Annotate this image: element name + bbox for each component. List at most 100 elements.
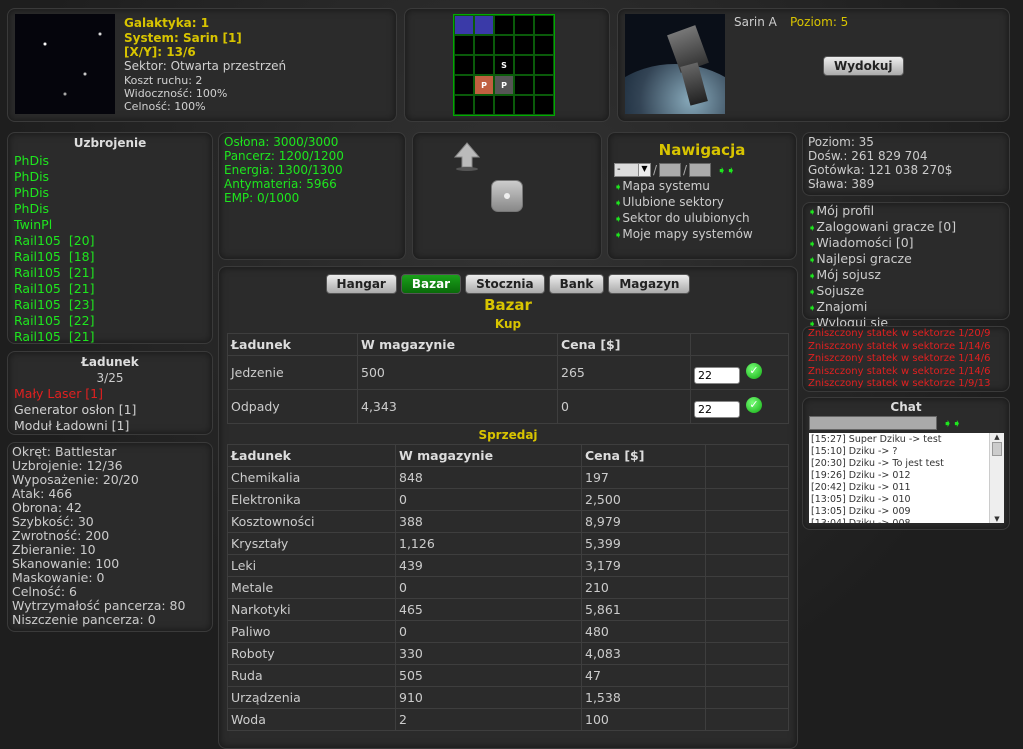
scroll-down-icon[interactable]: ▼ <box>990 515 1004 523</box>
nav-link[interactable]: ➧Moje mapy systemów <box>614 227 796 243</box>
go-arrows-icon[interactable]: ➧➧ <box>717 164 735 177</box>
sell-row[interactable]: Leki 439 3,179 <box>227 554 789 577</box>
minimap-cell[interactable] <box>474 15 494 35</box>
minimap-cell[interactable] <box>534 15 554 35</box>
minimap-cell[interactable] <box>494 35 514 55</box>
menu-link[interactable]: ➧Wiadomości [0] <box>808 236 1004 252</box>
confirm-buy-icon[interactable]: ✓ <box>746 396 762 413</box>
minimap-cell[interactable] <box>514 95 534 115</box>
tab-bank[interactable]: Bank <box>548 274 605 294</box>
player-menu-panel: ➧Mój profil ➧Zalogowani gracze [0] ➧Wiadom… <box>802 202 1010 330</box>
menu-link[interactable]: ➧Mój profil <box>808 204 1004 220</box>
chat-log[interactable]: [15:27] Super Dziku -> test [15:10] Dziku… <box>809 433 1004 523</box>
chat-message: [20:42] Dziku -> 011 <box>811 482 911 493</box>
tab-stocznia[interactable]: Stocznia <box>465 274 545 294</box>
tab-magazyn[interactable]: Magazyn <box>608 274 691 294</box>
minimap-cell[interactable] <box>534 95 554 115</box>
cargo-item: Mały Laser [1] <box>14 386 104 401</box>
minimap-cell[interactable] <box>514 55 534 75</box>
ship-stat: Zwrotność: 200 <box>12 528 110 543</box>
nav-y-input[interactable] <box>689 163 712 177</box>
sell-cell: 0 <box>395 620 582 643</box>
coordinates-label: [X/Y]: 13/6 <box>124 45 196 59</box>
undock-button[interactable]: Wydokuj <box>823 56 904 76</box>
nav-link-label: Moje mapy systemów <box>622 227 753 241</box>
menu-list: ➧Mój profil ➧Zalogowani gracze [0] ➧Wiadom… <box>808 204 1004 332</box>
minimap-cell[interactable] <box>454 95 474 115</box>
menu-link[interactable]: ➧Mój sojusz <box>808 268 1004 284</box>
sell-row[interactable]: Kosztowności 388 8,979 <box>227 510 789 533</box>
confirm-buy-icon[interactable]: ✓ <box>746 362 762 379</box>
buy-cell-price: 265 <box>557 355 691 390</box>
ship-stat: Niszczenie pancerza: 0 <box>12 612 156 627</box>
sell-cell: 0 <box>395 576 582 599</box>
send-arrows-icon[interactable]: ➧➧ <box>943 417 961 430</box>
system-label: System: Sarin [1] <box>124 31 242 45</box>
minimap-cell[interactable] <box>454 35 474 55</box>
minimap-cell[interactable] <box>534 75 554 95</box>
scroll-thumb[interactable] <box>992 442 1002 456</box>
buy-cell-price: 0 <box>557 389 691 424</box>
nav-link-label: Mapa systemu <box>622 179 710 193</box>
cargo-list: Mały Laser [1] Generator osłon [1] Moduł Ł… <box>8 386 212 434</box>
sell-row[interactable]: Metale 0 210 <box>227 576 789 599</box>
minimap-panel: SPP <box>404 8 610 122</box>
chat-scrollbar[interactable]: ▲ ▼ <box>989 433 1004 523</box>
minimap-cell[interactable]: S <box>494 55 514 75</box>
menu-link[interactable]: ➧Sojusze <box>808 284 1004 300</box>
news-panel: Zniszczony statek w sektorze 1/20/9 Znisz… <box>802 326 1010 392</box>
minimap-cell[interactable] <box>534 55 554 75</box>
sell-row[interactable]: Kryształy 1,126 5,399 <box>227 532 789 555</box>
quantity-input[interactable]: 22 <box>694 401 740 418</box>
buy-row: Jedzenie 500 265 22 ✓ <box>227 355 789 390</box>
sell-cell: Metale <box>227 576 396 599</box>
minimap-cell[interactable] <box>454 15 474 35</box>
sell-row[interactable]: Woda 2 100 <box>227 708 789 731</box>
sell-row[interactable]: Roboty 330 4,083 <box>227 642 789 665</box>
nav-link[interactable]: ➧Ulubione sektory <box>614 195 796 211</box>
minimap-grid[interactable]: SPP <box>453 14 555 116</box>
up-arrow-icon[interactable] <box>453 141 481 171</box>
minimap-cell[interactable] <box>474 35 494 55</box>
menu-link-label: Mój profil <box>816 203 875 218</box>
menu-link[interactable]: ➧Najlepsi gracze <box>808 252 1004 268</box>
tab-hangar[interactable]: Hangar <box>325 274 397 294</box>
chat-message: [15:27] Super Dziku -> test <box>811 434 942 445</box>
minimap-cell[interactable] <box>494 95 514 115</box>
sell-row[interactable]: Ruda 505 47 <box>227 664 789 687</box>
sell-action-cell <box>705 598 789 621</box>
minimap-cell[interactable] <box>474 55 494 75</box>
chat-input[interactable] <box>809 416 937 430</box>
sell-row[interactable]: Paliwo 0 480 <box>227 620 789 643</box>
minimap-cell[interactable] <box>494 15 514 35</box>
minimap-cell[interactable] <box>454 55 474 75</box>
sell-row[interactable]: Chemikalia 848 197 <box>227 466 789 489</box>
minimap-cell[interactable] <box>514 35 534 55</box>
sell-header-cell: Ładunek <box>227 444 396 467</box>
minimap-cell[interactable] <box>454 75 474 95</box>
ship-stat: Okręt: Battlestar <box>12 444 117 459</box>
sell-header-cell: W magazynie <box>395 444 582 467</box>
scroll-up-icon[interactable]: ▲ <box>990 433 1004 441</box>
nav-select[interactable]: - ▼ <box>614 163 651 177</box>
sell-cell: 2 <box>395 708 582 731</box>
nav-link[interactable]: ➧Mapa systemu <box>614 179 796 195</box>
nav-link[interactable]: ➧Sektor do ulubionych <box>614 211 796 227</box>
center-button-icon[interactable] <box>491 180 523 212</box>
sell-row[interactable]: Urządzenia 910 1,538 <box>227 686 789 709</box>
minimap-cell[interactable] <box>474 95 494 115</box>
menu-link[interactable]: ➧Znajomi <box>808 300 1004 316</box>
menu-link-label: Zalogowani gracze [0] <box>816 219 957 234</box>
minimap-cell[interactable]: P <box>474 75 494 95</box>
tab-bazar[interactable]: Bazar <box>400 274 462 294</box>
minimap-cell[interactable] <box>514 75 534 95</box>
minimap-cell[interactable] <box>534 35 554 55</box>
news-item: Zniszczony statek w sektorze 1/20/9 <box>808 328 991 339</box>
sell-row[interactable]: Elektronika 0 2,500 <box>227 488 789 511</box>
minimap-cell[interactable]: P <box>494 75 514 95</box>
sell-row[interactable]: Narkotyki 465 5,861 <box>227 598 789 621</box>
quantity-input[interactable]: 22 <box>694 367 740 384</box>
nav-x-input[interactable] <box>659 163 682 177</box>
menu-link[interactable]: ➧Zalogowani gracze [0] <box>808 220 1004 236</box>
minimap-cell[interactable] <box>514 15 534 35</box>
